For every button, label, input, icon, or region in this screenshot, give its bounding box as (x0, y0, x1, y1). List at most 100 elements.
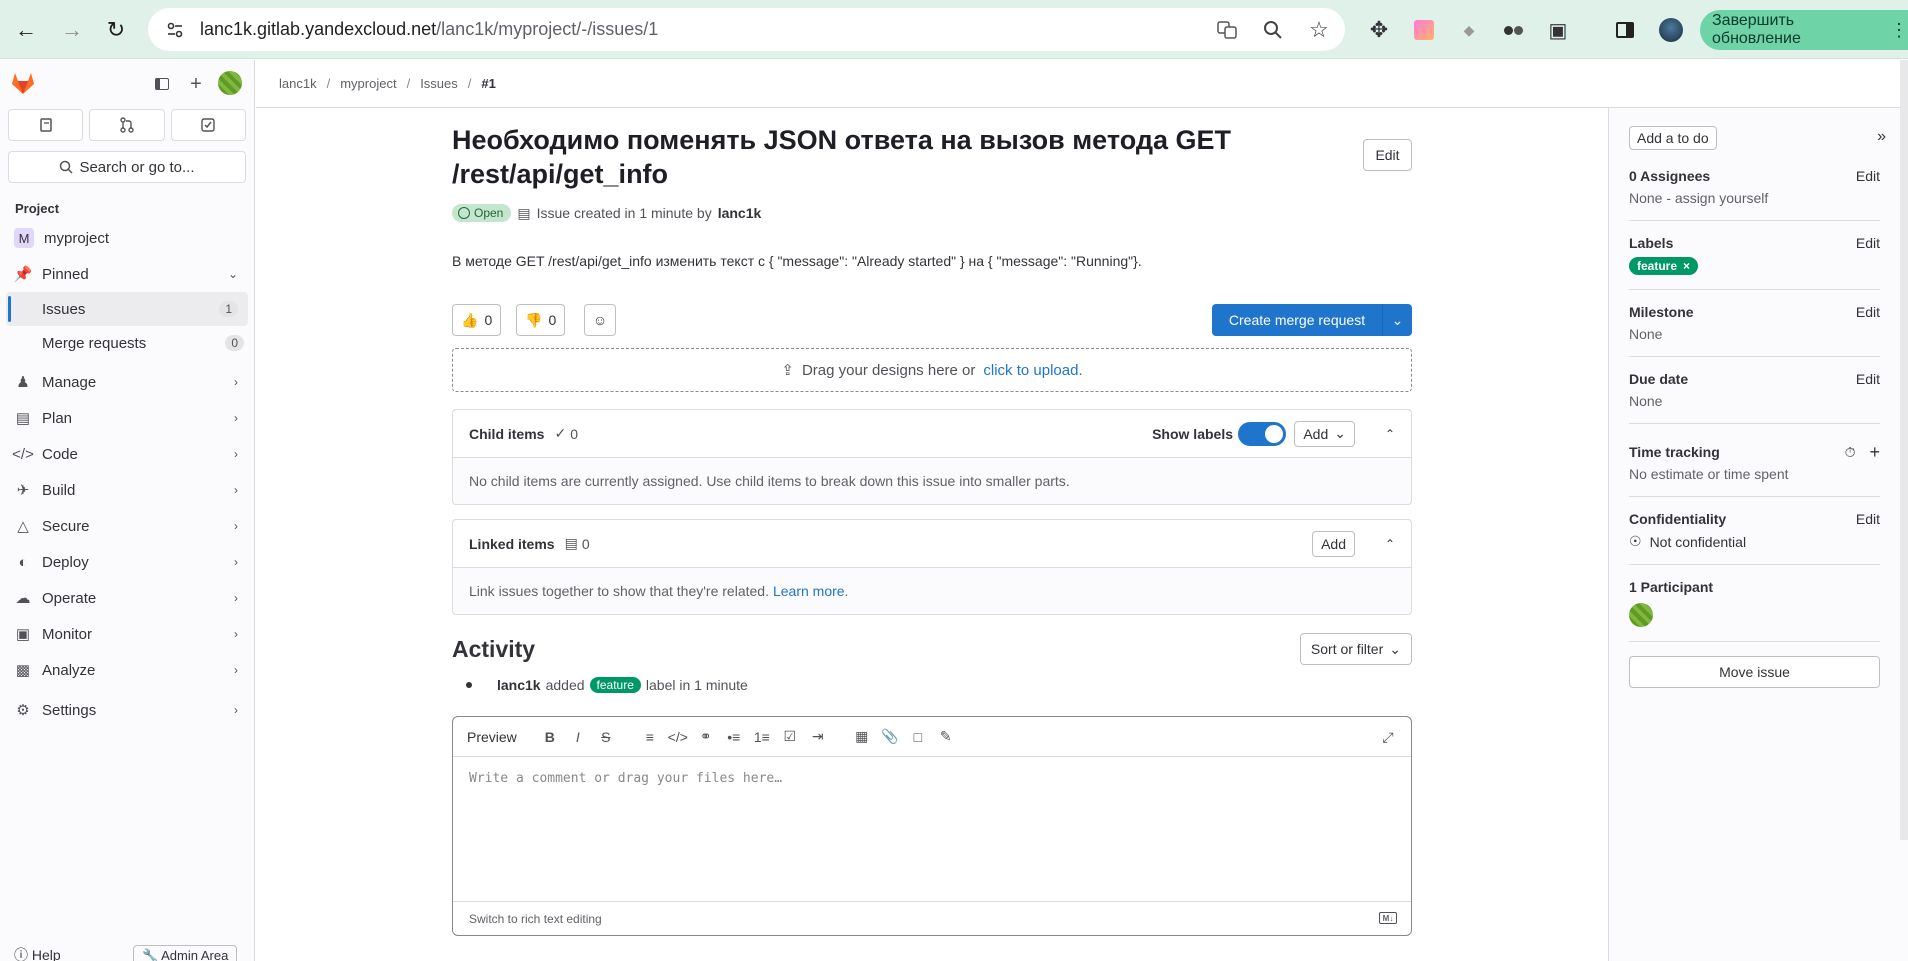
menu-dots-icon[interactable]: ⋮ (1890, 20, 1908, 41)
thumbs-down-button[interactable]: 👎 0 (516, 304, 566, 336)
forward-icon[interactable]: → (58, 16, 86, 44)
link-icon[interactable]: ⚭ (697, 728, 715, 746)
sidebar-item-deploy[interactable]: ◐ Deploy › (0, 544, 254, 580)
breadcrumb-project[interactable]: myproject (340, 76, 396, 91)
extension-circles-icon[interactable] (1500, 17, 1526, 43)
url-text: lanc1k.gitlab.yandexcloud.net/lanc1k/myp… (200, 19, 659, 39)
breadcrumb-issues[interactable]: Issues (420, 76, 458, 91)
edit-labels-button[interactable]: Edit (1856, 235, 1880, 251)
thumbs-up-icon: 👍 (461, 311, 479, 328)
help-button[interactable]: ⓘ Help (14, 945, 61, 961)
bookmark-star-icon[interactable]: ☆ (1307, 17, 1331, 42)
add-child-item-button[interactable]: Add ⌄ (1294, 420, 1355, 447)
sidebar-item-operate[interactable]: ☁ Operate › (0, 580, 254, 616)
merge-requests-icon[interactable] (89, 109, 165, 141)
move-issue-button[interactable]: Move issue (1629, 656, 1880, 688)
reload-icon[interactable]: ↻ (102, 16, 130, 44)
add-reaction-button[interactable]: ☺ (584, 304, 616, 336)
strikethrough-icon[interactable]: S (597, 728, 615, 746)
edit-milestone-button[interactable]: Edit (1856, 304, 1880, 320)
assigned-issues-icon[interactable] (8, 109, 84, 141)
participant-avatar[interactable] (1629, 603, 1653, 627)
sidebar-item-settings[interactable]: ⚙ Settings › (0, 692, 254, 728)
learn-more-link[interactable]: Learn more. (773, 583, 848, 599)
comment-icon[interactable]: ✎ (937, 728, 955, 746)
add-time-icon[interactable]: + (1869, 443, 1880, 461)
expand-icon[interactable]: ⤢ (1379, 728, 1397, 746)
translate-icon[interactable] (1215, 18, 1239, 42)
preview-tab[interactable]: Preview (467, 729, 517, 745)
move-extension-icon[interactable]: ✥ (1366, 17, 1392, 43)
edit-confidentiality-button[interactable]: Edit (1856, 511, 1880, 527)
bullet-list-icon[interactable]: •≡ (725, 728, 743, 746)
edit-assignees-button[interactable]: Edit (1856, 168, 1880, 184)
comment-textarea[interactable]: Write a comment or drag your files here… (453, 757, 1411, 800)
sidebar-item-plan[interactable]: ▤ Plan › (0, 400, 254, 436)
sidebar-project-link[interactable]: Mmyproject (0, 220, 254, 256)
page-scrollbar[interactable] (1900, 60, 1908, 840)
task-list-icon[interactable]: ☑ (781, 728, 799, 746)
quote-icon[interactable]: ≡ (641, 728, 659, 746)
author-link[interactable]: lanc1k (718, 205, 762, 221)
sidebar-item-issues[interactable]: Issues 1 (6, 292, 248, 326)
slash-command-icon[interactable]: □ (909, 728, 927, 746)
chevron-up-icon[interactable]: ⌃ (1385, 427, 1395, 441)
event-label-badge[interactable]: feature (589, 677, 641, 693)
sidebar-item-build[interactable]: ✈ Build › (0, 472, 254, 508)
admin-area-button[interactable]: 🔧 Admin Area (133, 945, 238, 961)
thumbs-up-button[interactable]: 👍 0 (452, 304, 502, 336)
zoom-icon[interactable] (1261, 18, 1285, 42)
italic-icon[interactable]: I (569, 728, 587, 746)
design-upload-dropzone[interactable]: ⇪ Drag your designs here or click to upl… (452, 348, 1412, 392)
add-todo-button[interactable]: Add a to do (1629, 126, 1717, 150)
chevron-up-icon[interactable]: ⌃ (1385, 537, 1395, 551)
sort-filter-dropdown[interactable]: Sort or filter ⌄ (1299, 633, 1412, 665)
sidebar-item-secure[interactable]: △ Secure › (0, 508, 254, 544)
user-avatar[interactable] (218, 71, 242, 95)
todo-list-icon[interactable] (170, 109, 246, 141)
gitlab-logo-icon[interactable] (10, 70, 36, 96)
address-bar[interactable]: lanc1k.gitlab.yandexcloud.net/lanc1k/myp… (148, 8, 1345, 51)
chevron-right-icon: › (234, 627, 238, 641)
table-icon[interactable]: ▦ (853, 728, 871, 746)
sidebar-item-merge-requests[interactable]: Merge requests 0 (0, 326, 254, 360)
edit-due-date-button[interactable]: Edit (1856, 371, 1880, 387)
extension-icon[interactable] (1411, 17, 1437, 43)
create-merge-request-button[interactable]: Create merge request ⌄ (1212, 304, 1412, 336)
remove-label-icon[interactable]: × (1683, 259, 1690, 273)
collapse-sidebar-icon[interactable] (150, 72, 174, 96)
switch-editor-button[interactable]: Switch to rich text editing (469, 912, 602, 926)
breadcrumb-current[interactable]: #1 (481, 76, 495, 91)
due-date-title: Due date (1629, 371, 1689, 387)
edit-title-button[interactable]: Edit (1363, 139, 1412, 171)
chevron-down-icon[interactable]: ⌄ (1382, 304, 1412, 336)
upload-icon: ⇪ (781, 362, 794, 379)
profile-avatar[interactable] (1658, 17, 1684, 43)
sidebar-item-manage[interactable]: ♟ Manage › (0, 364, 254, 400)
extensions-puzzle-icon[interactable]: ▣ (1545, 17, 1571, 43)
bold-icon[interactable]: B (541, 728, 559, 746)
click-to-upload-link[interactable]: click to upload. (983, 362, 1082, 379)
sidebar-item-code[interactable]: </> Code › (0, 436, 254, 472)
sidebar-item-pinned[interactable]: 📌 Pinned ⌄ (0, 256, 254, 292)
sidebar-item-analyze[interactable]: ▩ Analyze › (0, 652, 254, 688)
back-icon[interactable]: ← (12, 16, 40, 44)
add-linked-item-button[interactable]: Add (1312, 530, 1355, 557)
numbered-list-icon[interactable]: 1≡ (753, 728, 771, 746)
site-info-icon[interactable] (164, 19, 186, 41)
extension-diamond-icon[interactable]: ◆ (1456, 17, 1482, 43)
create-new-icon[interactable]: + (184, 72, 208, 96)
breadcrumb-user[interactable]: lanc1k (279, 76, 317, 91)
collapse-sidebar-icon[interactable]: » (1877, 128, 1886, 146)
sidebar-item-monitor[interactable]: ▣ Monitor › (0, 616, 254, 652)
indent-icon[interactable]: ⇥ (809, 728, 827, 746)
event-user-link[interactable]: lanc1k (497, 677, 541, 693)
side-panel-icon[interactable] (1612, 17, 1638, 43)
show-labels-toggle[interactable] (1238, 421, 1286, 446)
stopwatch-icon[interactable]: ⏱ (1845, 444, 1856, 461)
code-icon[interactable]: </> (668, 728, 688, 746)
update-chrome-button[interactable]: Завершить обновление ⋮ (1700, 10, 1908, 50)
assign-yourself-link[interactable]: None - assign yourself (1629, 190, 1880, 206)
attach-icon[interactable]: 📎 (881, 728, 899, 746)
search-or-go-button[interactable]: Search or go to... (8, 151, 246, 183)
